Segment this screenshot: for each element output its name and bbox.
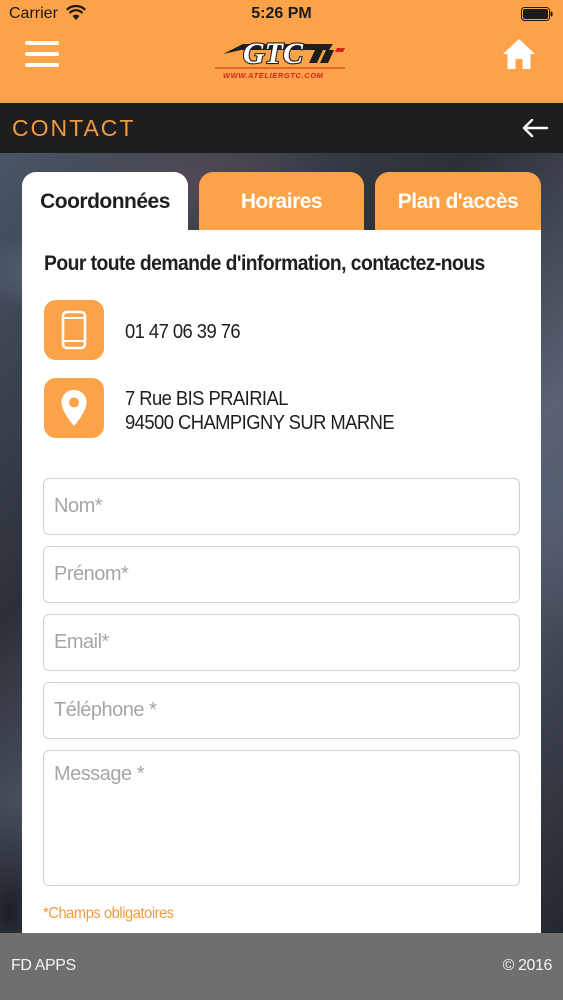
message-field[interactable] (43, 750, 520, 886)
address-block[interactable]: 7 Rue BIS PRAIRIAL 94500 CHAMPIGNY SUR M… (125, 387, 395, 435)
telephone-field[interactable] (43, 682, 520, 739)
gtc-logo: GTC WWW.ATELIERGTC.COM (215, 36, 345, 80)
app-footer: FD APPS © 2016 (0, 933, 563, 1000)
arrow-left-icon[interactable] (521, 116, 549, 140)
tab-plan-acces[interactable]: Plan d'accès (375, 172, 541, 232)
phone-number[interactable]: 01 47 06 39 76 (125, 320, 241, 344)
svg-text:GTC: GTC (243, 37, 304, 70)
tab-coordonnees[interactable]: Coordonnées (22, 172, 188, 232)
svg-text:WWW.ATELIERGTC.COM: WWW.ATELIERGTC.COM (223, 71, 324, 80)
map-pin-icon (61, 390, 87, 426)
hamburger-menu-icon[interactable] (22, 36, 62, 72)
address-icon-tile[interactable] (44, 378, 104, 438)
contact-intro: Pour toute demande d'information, contac… (44, 252, 485, 275)
status-clock: 5:26 PM (251, 5, 312, 22)
address-line-2: 94500 CHAMPIGNY SUR MARNE (125, 412, 395, 434)
app-header: Carrier 5:26 PM GTC WWW.ATELIERGTC.COM (0, 0, 563, 103)
tab-horaires[interactable]: Horaires (199, 172, 364, 232)
prenom-field[interactable] (43, 546, 520, 603)
page-title-bar: CONTACT (0, 103, 563, 153)
required-fields-note: *Champs obligatoires (43, 905, 174, 922)
smartphone-icon (61, 310, 87, 350)
battery-icon (521, 7, 553, 21)
nom-field[interactable] (43, 478, 520, 535)
address-line-1: 7 Rue BIS PRAIRIAL (125, 388, 288, 410)
phone-icon-tile[interactable] (44, 300, 104, 360)
page-title: CONTACT (12, 115, 136, 141)
contact-card: Pour toute demande d'information, contac… (22, 230, 541, 933)
footer-brand[interactable]: FD APPS (11, 957, 76, 975)
home-icon[interactable] (501, 37, 537, 71)
email-field[interactable] (43, 614, 520, 671)
status-bar: Carrier 5:26 PM (0, 0, 563, 30)
footer-copyright: © 2016 (502, 957, 553, 974)
